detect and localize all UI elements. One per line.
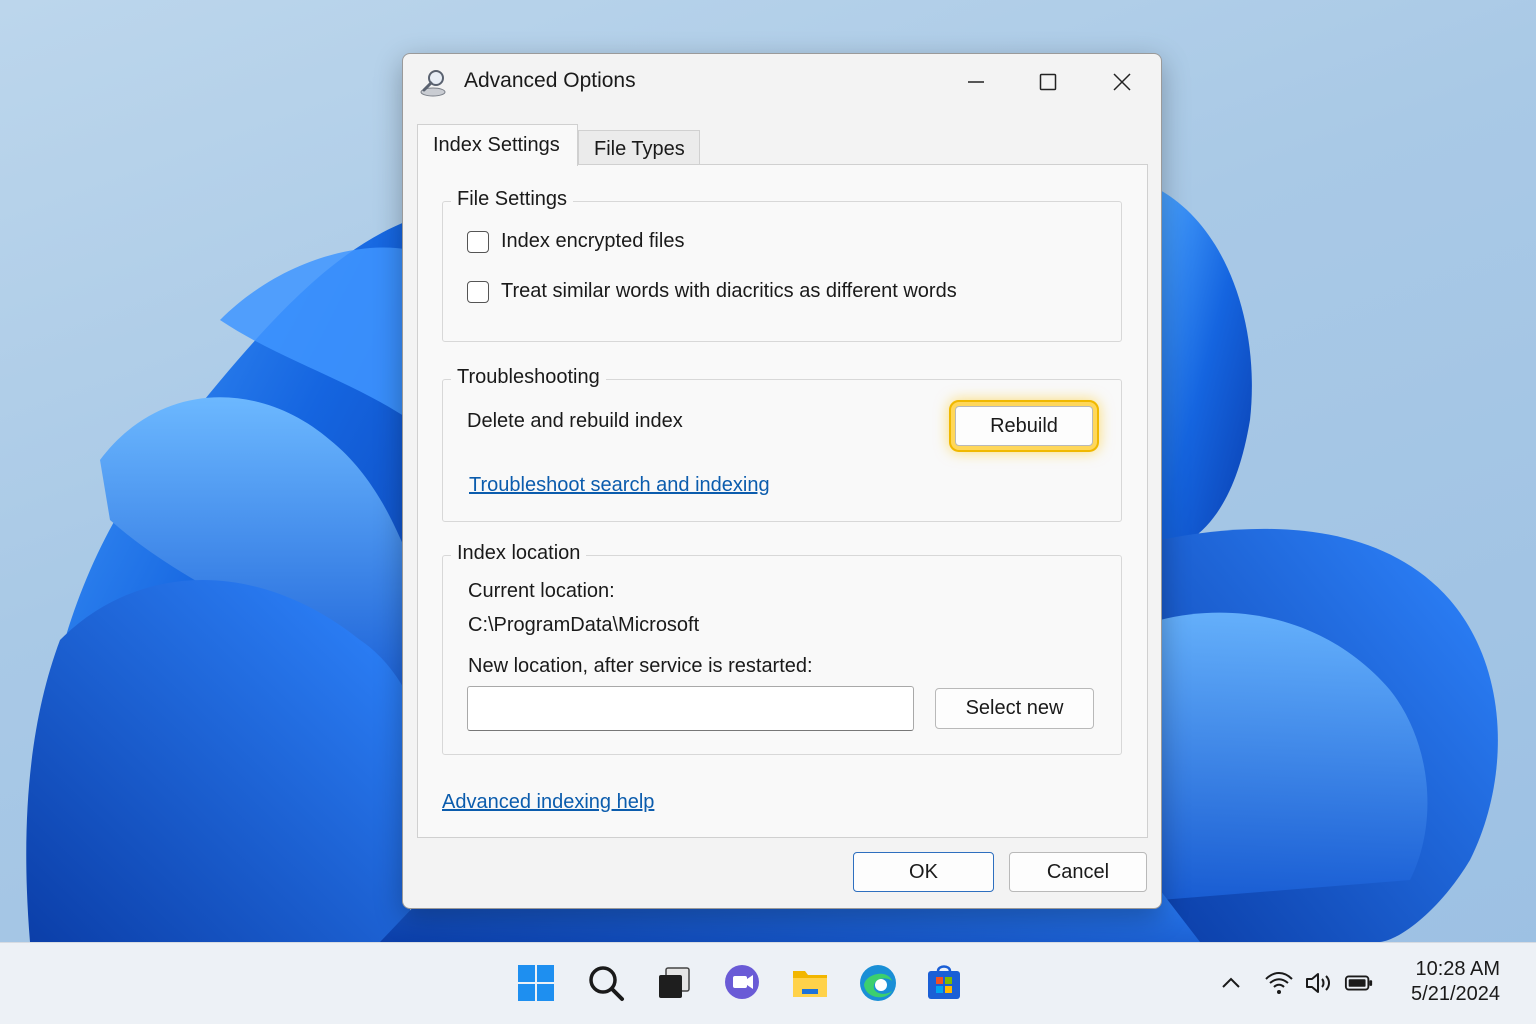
system-clock[interactable]: 10:28 AM 5/21/2024 [1411,957,1500,1007]
troubleshoot-link[interactable]: Troubleshoot search and indexing [469,474,770,497]
maximize-button[interactable] [1013,60,1083,104]
select-new-button[interactable]: Select new [935,688,1094,729]
clock-date: 5/21/2024 [1411,983,1500,1005]
advanced-indexing-help-link[interactable]: Advanced indexing help [442,791,654,814]
search-icon[interactable] [584,961,628,1005]
maximize-icon [1039,73,1057,91]
file-explorer-icon[interactable] [788,961,832,1005]
minimize-button[interactable] [941,60,1011,104]
troubleshooting-group: Troubleshooting Delete and rebuild index… [442,366,1122,522]
title-bar[interactable]: Advanced Options [403,54,1161,110]
volume-icon[interactable] [1304,965,1334,1001]
index-location-group: Index location Current location: C:\Prog… [442,542,1122,755]
wifi-icon[interactable] [1264,965,1294,1001]
diacritics-label: Treat similar words with diacritics as d… [501,280,957,302]
minimize-icon [968,81,984,83]
index-encrypted-option[interactable]: Index encrypted files [467,230,684,253]
tab-index-settings[interactable]: Index Settings [417,124,578,166]
dialog-title: Advanced Options [464,69,636,92]
current-location-path: C:\ProgramData\Microsoft [468,614,700,636]
chevron-up-icon[interactable] [1216,965,1246,1001]
windows-start-icon[interactable] [514,961,558,1005]
file-settings-group: File Settings Index encrypted files Trea… [442,188,1122,342]
file-settings-legend: File Settings [451,188,574,211]
microsoft-store-icon[interactable] [922,961,966,1005]
close-icon [1113,73,1131,91]
battery-icon[interactable] [1344,965,1374,1001]
task-view-icon[interactable] [652,961,696,1005]
cancel-button[interactable]: Cancel [1009,852,1147,892]
index-encrypted-checkbox[interactable] [467,230,489,253]
current-location-label: Current location: [468,580,615,602]
index-settings-panel: File Settings Index encrypted files Trea… [417,164,1148,838]
rebuild-button[interactable]: Rebuild [955,406,1093,446]
diacritics-checkbox[interactable] [467,280,489,303]
index-location-legend: Index location [451,542,587,565]
advanced-options-dialog: Advanced Options Index Settings File Typ… [402,53,1162,909]
edge-browser-icon[interactable] [856,961,900,1005]
new-location-input[interactable] [467,686,914,731]
new-location-label: New location, after service is restarted… [468,655,813,677]
tab-file-types[interactable]: File Types [578,130,700,165]
clock-time: 10:28 AM [1415,958,1500,980]
teams-chat-icon[interactable] [720,961,764,1005]
close-button[interactable] [1087,60,1157,104]
troubleshooting-legend: Troubleshooting [451,366,606,389]
taskbar: 10:28 AM 5/21/2024 [0,942,1536,1024]
diacritics-option[interactable]: Treat similar words with diacritics as d… [467,280,957,303]
index-encrypted-label: Index encrypted files [501,230,685,252]
rebuild-description: Delete and rebuild index [467,410,683,432]
indexing-options-icon [419,68,449,98]
ok-button[interactable]: OK [853,852,994,892]
